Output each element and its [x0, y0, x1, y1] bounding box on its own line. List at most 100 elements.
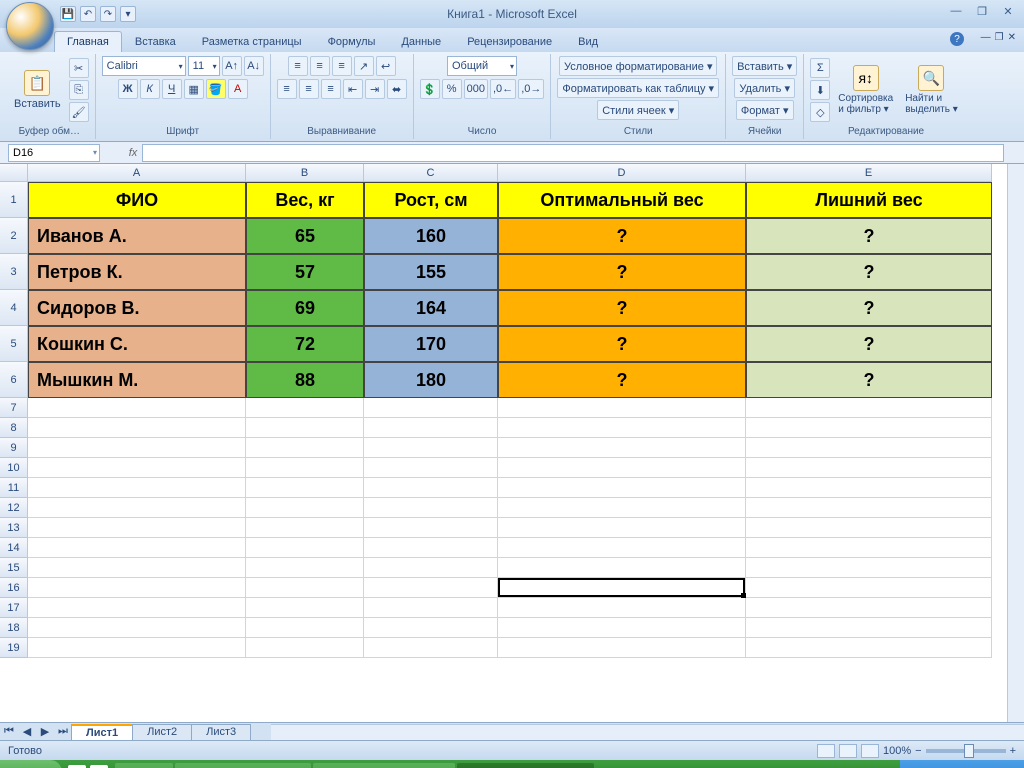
data-cell[interactable]: ?	[498, 362, 746, 398]
row-header-4[interactable]: 4	[0, 290, 28, 326]
empty-cell[interactable]	[28, 498, 246, 518]
empty-cell[interactable]	[246, 438, 364, 458]
empty-cell[interactable]	[364, 578, 498, 598]
row-header-2[interactable]: 2	[0, 218, 28, 254]
orientation-button[interactable]: ↗	[354, 56, 374, 76]
zoom-out-button[interactable]: −	[915, 745, 921, 757]
row-header-10[interactable]: 10	[0, 458, 28, 478]
row-header-1[interactable]: 1	[0, 182, 28, 218]
redo-icon[interactable]: ↷	[100, 6, 116, 22]
maximize-button[interactable]: ❐	[972, 4, 992, 18]
align-right-button[interactable]: ≡	[321, 79, 341, 99]
empty-cell[interactable]	[746, 418, 992, 438]
empty-cell[interactable]	[28, 458, 246, 478]
data-cell[interactable]: ?	[746, 362, 992, 398]
sheet-tab-Лист2[interactable]: Лист2	[132, 724, 192, 740]
data-cell[interactable]: ?	[746, 290, 992, 326]
col-header-B[interactable]: B	[246, 164, 364, 182]
col-header-E[interactable]: E	[746, 164, 992, 182]
empty-cell[interactable]	[746, 598, 992, 618]
empty-cell[interactable]	[498, 458, 746, 478]
underline-button[interactable]: Ч	[162, 79, 182, 99]
empty-cell[interactable]	[364, 418, 498, 438]
row-header-12[interactable]: 12	[0, 498, 28, 518]
zoom-level[interactable]: 100%	[883, 745, 911, 757]
empty-cell[interactable]	[364, 638, 498, 658]
empty-cell[interactable]	[498, 438, 746, 458]
empty-cell[interactable]	[746, 538, 992, 558]
mdi-close-button[interactable]: ✕	[1008, 32, 1016, 43]
empty-cell[interactable]	[246, 478, 364, 498]
empty-cell[interactable]	[28, 398, 246, 418]
empty-cell[interactable]	[498, 598, 746, 618]
empty-cell[interactable]	[498, 478, 746, 498]
data-cell[interactable]: 155	[364, 254, 498, 290]
empty-cell[interactable]	[364, 478, 498, 498]
wrap-text-button[interactable]: ↩	[376, 56, 396, 76]
font-color-button[interactable]: A	[228, 79, 248, 99]
row-header-8[interactable]: 8	[0, 418, 28, 438]
empty-cell[interactable]	[746, 618, 992, 638]
col-header-C[interactable]: C	[364, 164, 498, 182]
empty-cell[interactable]	[364, 438, 498, 458]
data-cell[interactable]: 180	[364, 362, 498, 398]
increase-decimal-button[interactable]: ,0←	[490, 79, 516, 99]
fill-button[interactable]: ⬇	[810, 80, 830, 100]
align-left-button[interactable]: ≡	[277, 79, 297, 99]
data-cell[interactable]: Иванов А.	[28, 218, 246, 254]
empty-cell[interactable]	[28, 618, 246, 638]
formula-input[interactable]	[142, 144, 1004, 162]
empty-cell[interactable]	[364, 538, 498, 558]
name-box[interactable]: D16	[8, 144, 100, 162]
empty-cell[interactable]	[246, 638, 364, 658]
decrease-indent-button[interactable]: ⇤	[343, 79, 363, 99]
empty-cell[interactable]	[498, 558, 746, 578]
empty-cell[interactable]	[498, 618, 746, 638]
data-cell[interactable]: 160	[364, 218, 498, 254]
header-cell[interactable]: Вес, кг	[246, 182, 364, 218]
merge-button[interactable]: ⬌	[387, 79, 407, 99]
sheet-nav-prev[interactable]: ◀	[18, 725, 36, 738]
tab-4[interactable]: Данные	[388, 31, 454, 52]
tab-0[interactable]: Главная	[54, 31, 122, 52]
delete-cells-button[interactable]: Удалить ▾	[734, 78, 795, 98]
data-cell[interactable]: Мышкин М.	[28, 362, 246, 398]
empty-cell[interactable]	[28, 538, 246, 558]
empty-cell[interactable]	[746, 518, 992, 538]
sheet-tab-Лист3[interactable]: Лист3	[191, 724, 251, 740]
increase-indent-button[interactable]: ⇥	[365, 79, 385, 99]
row-header-7[interactable]: 7	[0, 398, 28, 418]
empty-cell[interactable]	[28, 418, 246, 438]
empty-cell[interactable]	[28, 598, 246, 618]
empty-cell[interactable]	[498, 538, 746, 558]
vertical-scrollbar[interactable]	[1007, 164, 1024, 722]
font-name-combo[interactable]: Calibri	[102, 56, 186, 76]
zoom-slider[interactable]	[926, 749, 1006, 753]
zoom-in-button[interactable]: +	[1010, 745, 1016, 757]
office-button[interactable]	[6, 2, 54, 50]
tab-6[interactable]: Вид	[565, 31, 611, 52]
header-cell[interactable]: ФИО	[28, 182, 246, 218]
row-header-13[interactable]: 13	[0, 518, 28, 538]
help-icon[interactable]: ?	[950, 32, 964, 46]
shrink-font-button[interactable]: A↓	[244, 56, 264, 76]
empty-cell[interactable]	[246, 558, 364, 578]
row-header-11[interactable]: 11	[0, 478, 28, 498]
empty-cell[interactable]	[246, 538, 364, 558]
empty-cell[interactable]	[364, 518, 498, 538]
start-button[interactable]: ⊞ пуск	[0, 760, 62, 768]
empty-cell[interactable]	[246, 618, 364, 638]
empty-cell[interactable]	[28, 638, 246, 658]
format-as-table-button[interactable]: Форматировать как таблицу ▾	[557, 78, 719, 98]
font-size-combo[interactable]: 11	[188, 56, 220, 76]
empty-cell[interactable]	[746, 478, 992, 498]
data-cell[interactable]: ?	[498, 218, 746, 254]
select-all-corner[interactable]	[0, 164, 28, 182]
header-cell[interactable]: Оптимальный вес	[498, 182, 746, 218]
empty-cell[interactable]	[746, 438, 992, 458]
empty-cell[interactable]	[28, 578, 246, 598]
minimize-button[interactable]: —	[946, 4, 966, 18]
empty-cell[interactable]	[498, 398, 746, 418]
format-painter-button[interactable]: 🖌	[69, 102, 89, 122]
comma-button[interactable]: 000	[464, 79, 488, 99]
